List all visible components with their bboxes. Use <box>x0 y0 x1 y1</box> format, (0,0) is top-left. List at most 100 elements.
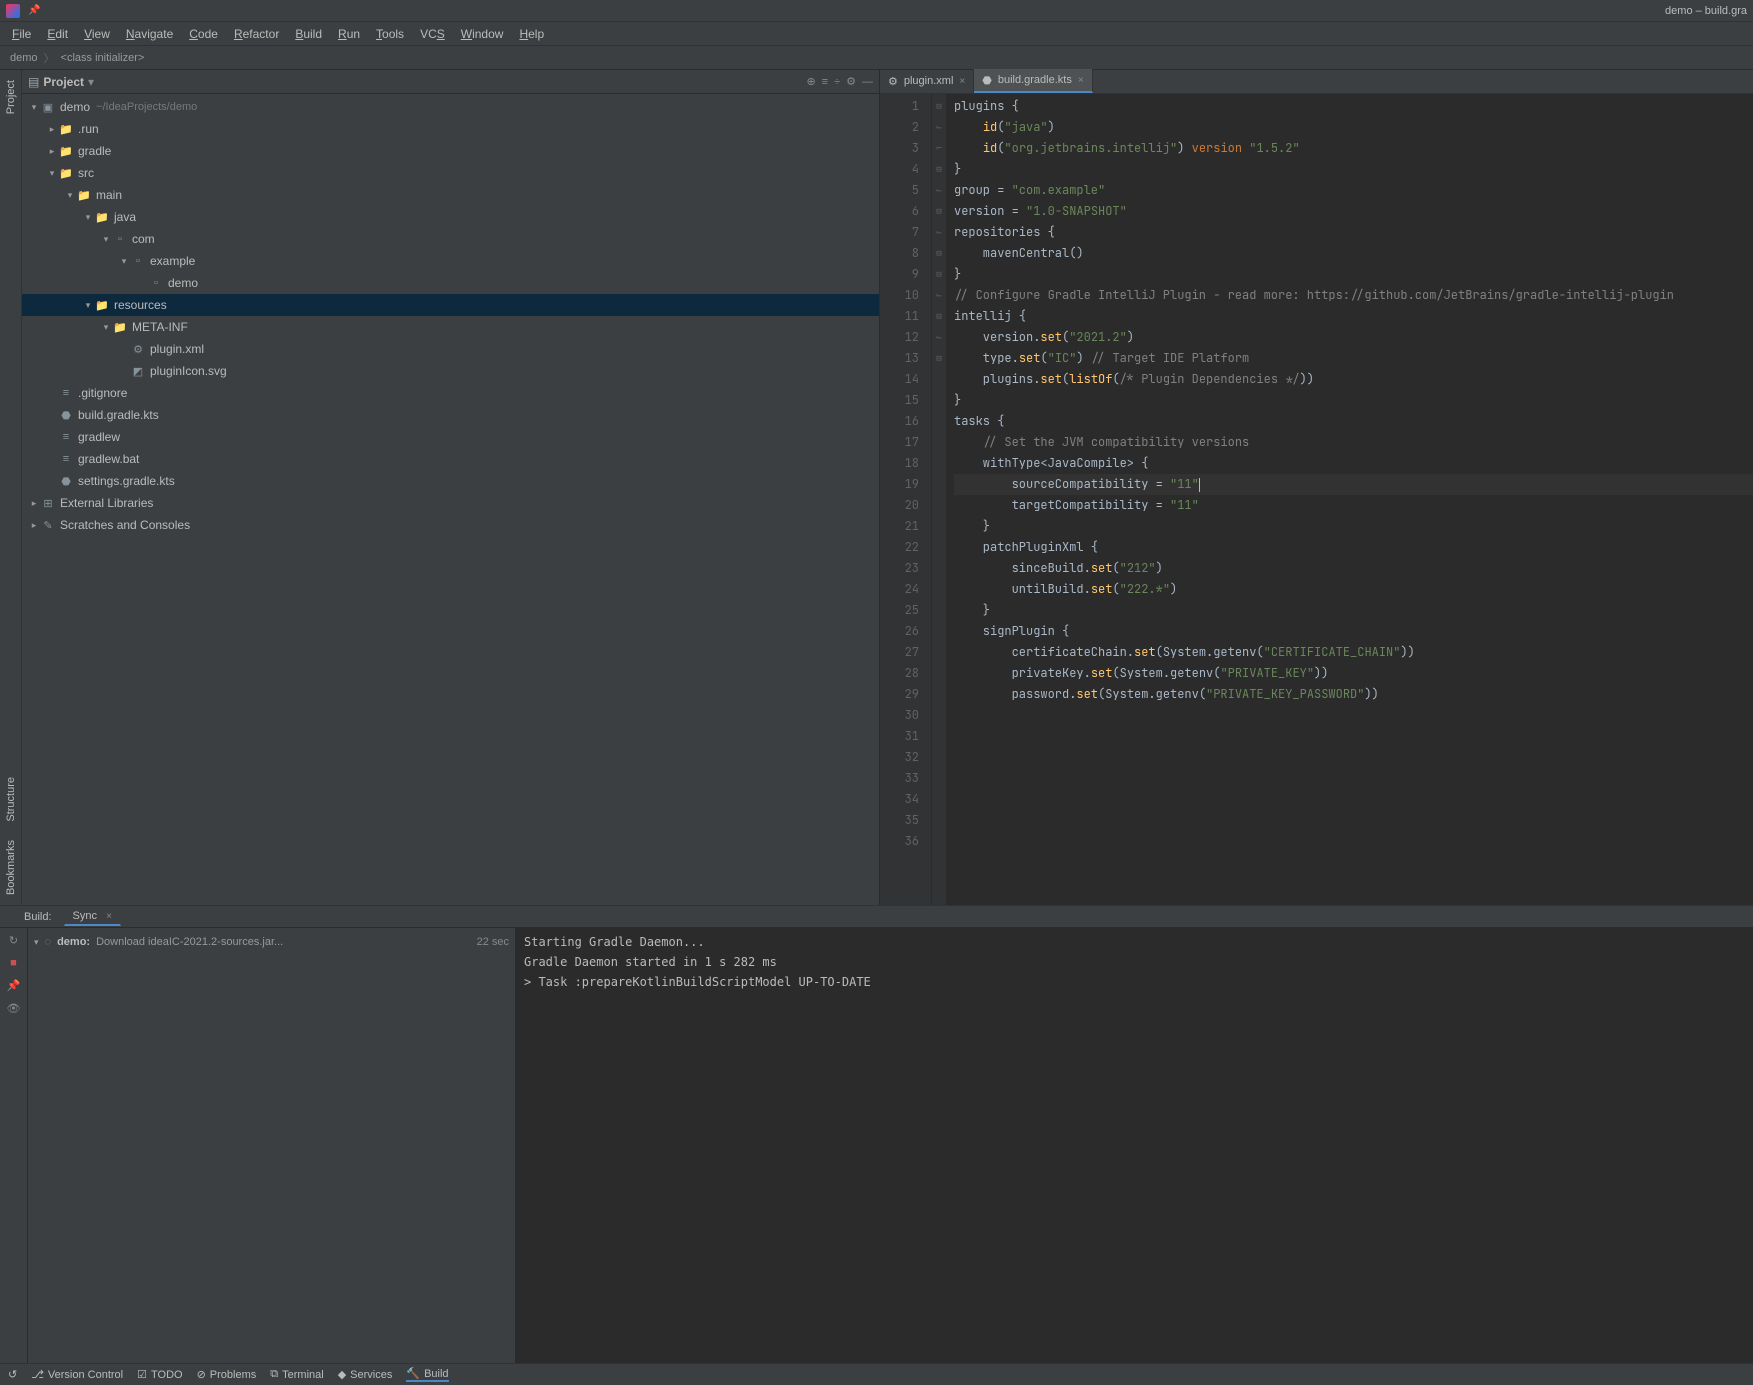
scratch-icon: ✎ <box>40 519 56 532</box>
status-label: Services <box>350 1369 392 1381</box>
tree-node-scratches-and-consoles[interactable]: ▸✎Scratches and Consoles <box>22 514 879 536</box>
close-icon[interactable]: × <box>959 76 965 87</box>
tree-node-build-gradle-kts[interactable]: ⬣build.gradle.kts <box>22 404 879 426</box>
project-panel: Project ▾ ⊕ ≡ ÷ ⚙ — ▾▣demo~/IdeaProjects… <box>22 70 880 905</box>
tree-label: com <box>132 232 155 246</box>
menu-code[interactable]: Code <box>181 24 226 44</box>
tree-node-com[interactable]: ▾▫ com <box>22 228 879 250</box>
breadcrumb-item[interactable]: <class initializer> <box>61 52 145 64</box>
select-opened-file-icon[interactable]: ⊕ <box>806 75 815 88</box>
folder-icon: 📁 <box>58 123 74 136</box>
tree-node-meta-inf[interactable]: ▾📁META-INF <box>22 316 879 338</box>
tree-node-pluginicon-svg[interactable]: ◩pluginIcon.svg <box>22 360 879 382</box>
tree-node-settings-gradle-kts[interactable]: ⬣settings.gradle.kts <box>22 470 879 492</box>
build-task-tree[interactable]: ▾ ◌ demo: Download ideaIC-2021.2-sources… <box>28 928 516 1363</box>
chevron-down-icon[interactable]: ▾ <box>34 937 39 948</box>
status-problems[interactable]: ⊘Problems <box>197 1368 257 1381</box>
build-tab-sync[interactable]: Sync × <box>64 907 121 926</box>
close-icon[interactable]: × <box>106 911 112 922</box>
chevron-down-icon[interactable]: ▾ <box>46 168 58 179</box>
menu-tools[interactable]: Tools <box>368 24 412 44</box>
tree-node-gradlew-bat[interactable]: ≡ gradlew.bat <box>22 448 879 470</box>
tree-node-gradle[interactable]: ▸📁gradle <box>22 140 879 162</box>
build-output[interactable]: Starting Gradle Daemon... Gradle Daemon … <box>516 928 1753 1363</box>
code-content[interactable]: plugins { id("java") id("org.jetbrains.i… <box>946 94 1753 905</box>
tree-node--gitignore[interactable]: ≡.gitignore <box>22 382 879 404</box>
view-mode-dropdown[interactable]: ▾ <box>88 75 94 89</box>
menu-build[interactable]: Build <box>287 24 330 44</box>
attach-icon[interactable]: 📌 <box>7 979 21 992</box>
window-title: demo – build.gra <box>1665 5 1747 17</box>
tree-node-demo[interactable]: ▾▣demo~/IdeaProjects/demo <box>22 96 879 118</box>
status-build[interactable]: 🔨Build <box>406 1367 448 1382</box>
fold-gutter[interactable]: ⊟⌙⌐⊟⌙⊟⌙⊟⊟⌙⊟⌙⊟ <box>932 94 946 905</box>
build-task-time: 22 sec <box>477 936 509 948</box>
close-icon[interactable]: × <box>1078 75 1084 86</box>
status-reload[interactable]: ↺ <box>8 1368 17 1381</box>
kts-icon: ⬣ <box>982 74 992 87</box>
chevron-right-icon[interactable]: ▸ <box>46 124 58 135</box>
status-services[interactable]: ◆Services <box>338 1368 393 1381</box>
build-task-row[interactable]: ▾ ◌ demo: Download ideaIC-2021.2-sources… <box>34 932 509 952</box>
status-label: Terminal <box>282 1369 324 1381</box>
chevron-right-icon[interactable]: ▸ <box>46 146 58 157</box>
tree-node-src[interactable]: ▾📁src <box>22 162 879 184</box>
rerun-icon[interactable]: ↻ <box>9 934 18 947</box>
menu-vcs[interactable]: VCS <box>412 24 453 44</box>
package-icon: ▫ <box>112 233 128 245</box>
menu-view[interactable]: View <box>76 24 118 44</box>
expand-all-icon[interactable]: ≡ <box>822 76 828 88</box>
status-version-control[interactable]: ⎇Version Control <box>31 1368 123 1381</box>
editor-tab-plugin-xml[interactable]: ⚙plugin.xml× <box>880 69 974 93</box>
show-icon[interactable]: 👁 <box>7 1002 21 1015</box>
tree-label: pluginIcon.svg <box>150 364 227 378</box>
tree-node-external-libraries[interactable]: ▸⊞External Libraries <box>22 492 879 514</box>
menu-navigate[interactable]: Navigate <box>118 24 181 44</box>
status-icon: ☑ <box>137 1368 147 1381</box>
menu-refactor[interactable]: Refactor <box>226 24 287 44</box>
stop-icon[interactable]: ■ <box>10 957 17 969</box>
collapse-all-icon[interactable]: ÷ <box>834 76 840 88</box>
folder-icon: 📁 <box>58 167 74 180</box>
menu-edit[interactable]: Edit <box>39 24 76 44</box>
menu-run[interactable]: Run <box>330 24 368 44</box>
chevron-down-icon[interactable]: ▾ <box>118 256 130 267</box>
tree-label: gradlew.bat <box>78 452 139 466</box>
bat-icon: ≡ <box>58 453 74 465</box>
menu-help[interactable]: Help <box>511 24 552 44</box>
tree-node-gradlew[interactable]: ≡gradlew <box>22 426 879 448</box>
tool-project[interactable]: Project <box>3 74 19 120</box>
chevron-down-icon[interactable]: ▾ <box>82 212 94 223</box>
tree-node-main[interactable]: ▾📁main <box>22 184 879 206</box>
code-editor[interactable]: 1234567891011121314151617181920212223242… <box>880 94 1753 905</box>
hide-icon[interactable]: — <box>862 76 873 88</box>
chevron-down-icon[interactable]: ▾ <box>100 322 112 333</box>
tree-node-java[interactable]: ▾📁java <box>22 206 879 228</box>
line-number-gutter: 1234567891011121314151617181920212223242… <box>880 94 932 905</box>
chevron-down-icon[interactable]: ▾ <box>82 300 94 311</box>
settings-icon[interactable]: ⚙ <box>846 75 856 88</box>
tree-node-example[interactable]: ▾▫example <box>22 250 879 272</box>
project-tree[interactable]: ▾▣demo~/IdeaProjects/demo▸📁.run▸📁gradle▾… <box>22 94 879 905</box>
status-terminal[interactable]: ⧉Terminal <box>270 1368 323 1381</box>
tree-node--run[interactable]: ▸📁.run <box>22 118 879 140</box>
status-icon: ↺ <box>8 1368 17 1381</box>
status-todo[interactable]: ☑TODO <box>137 1368 182 1381</box>
menu-file[interactable]: File <box>4 24 39 44</box>
tool-structure[interactable]: Structure <box>3 771 19 828</box>
chevron-down-icon[interactable]: ▾ <box>28 102 40 113</box>
tab-label: build.gradle.kts <box>998 74 1072 86</box>
menu-window[interactable]: Window <box>453 24 512 44</box>
chevron-down-icon[interactable]: ▾ <box>64 190 76 201</box>
xml-icon: ⚙ <box>130 343 146 356</box>
chevron-down-icon[interactable]: ▾ <box>100 234 112 245</box>
tree-node-demo[interactable]: ▫demo <box>22 272 879 294</box>
breadcrumb-item[interactable]: demo <box>10 52 38 64</box>
tool-bookmarks[interactable]: Bookmarks <box>3 834 19 901</box>
pin-icon[interactable]: 📌 <box>28 5 40 16</box>
tree-node-plugin-xml[interactable]: ⚙plugin.xml <box>22 338 879 360</box>
chevron-right-icon[interactable]: ▸ <box>28 498 40 509</box>
tree-node-resources[interactable]: ▾📁resources <box>22 294 879 316</box>
chevron-right-icon[interactable]: ▸ <box>28 520 40 531</box>
editor-tab-build-gradle-kts[interactable]: ⬣ build.gradle.kts × <box>974 69 1092 93</box>
